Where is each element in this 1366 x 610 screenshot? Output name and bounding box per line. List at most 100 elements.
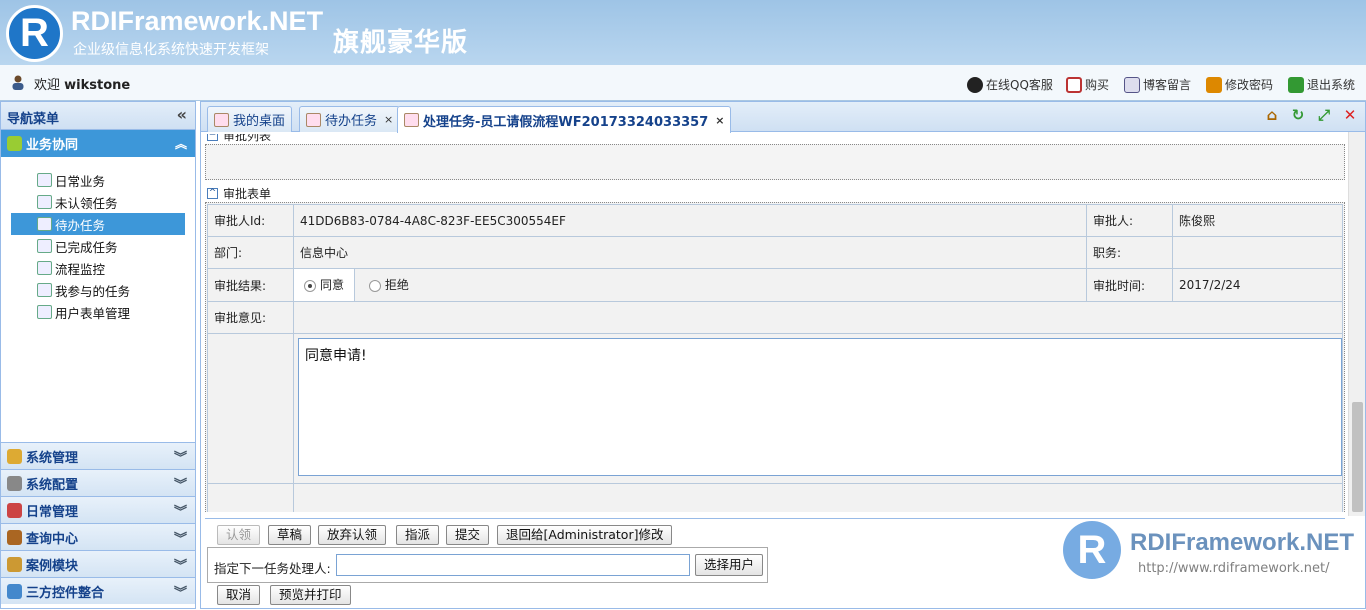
blog-link[interactable]: 博客留言: [1124, 76, 1191, 93]
group-case-module[interactable]: 案例模块 ︾: [1, 550, 195, 577]
edit-icon: [404, 113, 419, 127]
close-icon[interactable]: ×: [715, 114, 724, 127]
wrench-icon: [7, 475, 22, 491]
form-section-title: ^ 审批表单: [207, 186, 272, 201]
scrollbar[interactable]: [1348, 132, 1365, 516]
watermark: R RDIFramework.NET http://www.rdiframewo…: [1058, 519, 1358, 587]
sidebar-item-unclaimed[interactable]: 未认领任务: [11, 191, 185, 213]
change-password-link[interactable]: 修改密码: [1206, 76, 1273, 93]
sidebar-item-todo[interactable]: 待办任务: [11, 213, 185, 235]
draft-button[interactable]: 草稿: [268, 525, 312, 545]
radio-icon-checked: [304, 279, 316, 292]
unclaimed-icon: [37, 195, 52, 209]
duty-value: [1172, 236, 1343, 269]
edition-label: 旗舰豪华版: [333, 28, 469, 58]
group-third-party[interactable]: 三方控件整合 ︾: [1, 577, 195, 604]
qq-service-link[interactable]: 在线QQ客服: [967, 76, 1053, 93]
cancel-button[interactable]: 取消: [217, 585, 261, 605]
header-banner: R RDIFramework.NET 企业级信息化系统快速开发框架 旗舰豪华版: [0, 0, 1366, 65]
time-value: 2017/2/24: [1172, 268, 1343, 302]
daily-icon: [37, 173, 52, 187]
watermark-name: RDIFramework.NET: [1130, 529, 1355, 556]
chevron-down-icon: ︾: [173, 478, 187, 493]
chevron-down-icon: ︾: [173, 586, 187, 601]
completed-icon: [37, 239, 52, 253]
calendar-icon: [7, 502, 22, 518]
user-bar: 欢迎 wikstone 在线QQ客服 购买 博客留言 修改密码 退出系统: [0, 65, 1366, 101]
chevron-down-icon: ︾: [173, 451, 187, 466]
return-button[interactable]: 退回给[Administrator]修改: [497, 525, 673, 545]
approver-label: 审批人:: [1086, 204, 1173, 237]
collapse-icon[interactable]: ^: [207, 187, 218, 199]
close-all-icon[interactable]: ✕: [1341, 106, 1359, 124]
nav-header: 导航菜单 «: [1, 102, 195, 130]
select-user-button[interactable]: 选择用户: [695, 554, 764, 576]
box-icon: [7, 556, 22, 572]
approver-value: 陈俊熙: [1172, 204, 1343, 237]
todo-icon: [306, 112, 321, 127]
tab-strip: 我的桌面 待办任务 × 处理任务-员工请假流程WF20173324033357 × …: [201, 102, 1365, 133]
next-handler-box: 指定下一任务处理人: 选择用户: [207, 547, 768, 583]
watermark-url: http://www.rdiframework.net/: [1138, 561, 1330, 576]
list-section-title: − 审批列表: [205, 134, 1345, 144]
approval-form: 审批人Id: 41DD6B83-0784-4A8C-823F-EE5C30055…: [205, 202, 1345, 512]
sidebar-item-daily-business[interactable]: 日常业务: [11, 169, 185, 191]
group-daily-management[interactable]: 日常管理 ︾: [1, 496, 195, 523]
collab-icon: [7, 136, 22, 151]
cart-icon: [1066, 76, 1082, 93]
sidebar: 导航菜单 « 业务协同 ︽ 日常业务 未认领任务 待办任务 已完成任务 流程监控…: [0, 101, 196, 609]
radio-icon: [368, 279, 381, 292]
opinion-label: 审批意见:: [207, 301, 294, 334]
opinion-textarea[interactable]: 同意申请!: [298, 338, 1342, 476]
book-icon: [7, 529, 22, 545]
brand-name: RDIFramework.NET: [71, 6, 324, 36]
collapse-sidebar-icon[interactable]: «: [177, 105, 187, 124]
desktop-icon: [214, 112, 229, 127]
monitor-icon: [37, 261, 52, 275]
tab-todo[interactable]: 待办任务 ×: [299, 106, 401, 132]
form-icon: [37, 305, 52, 319]
assign-button[interactable]: 指派: [396, 525, 440, 545]
sidebar-item-monitor[interactable]: 流程监控: [11, 257, 185, 279]
tab-my-desktop[interactable]: 我的桌面: [207, 106, 293, 132]
system-icon: [7, 448, 22, 464]
scrollbar-thumb[interactable]: [1352, 402, 1363, 512]
user-icon: [12, 75, 24, 90]
radio-agree[interactable]: 同意: [294, 269, 356, 301]
watermark-logo: R: [1063, 521, 1121, 579]
preview-print-button[interactable]: 预览并打印: [270, 585, 351, 605]
username: wikstone: [64, 78, 131, 93]
chevron-down-icon: ︾: [173, 532, 187, 547]
plugin-icon: [7, 583, 22, 599]
sidebar-item-user-forms[interactable]: 用户表单管理: [11, 301, 185, 323]
next-handler-label: 指定下一任务处理人:: [214, 561, 331, 576]
group-system-config[interactable]: 系统配置 ︾: [1, 469, 195, 496]
chevron-up-icon[interactable]: ︽: [175, 135, 187, 152]
fullscreen-icon[interactable]: ⤢: [1315, 106, 1333, 124]
collapse-icon[interactable]: −: [207, 134, 218, 141]
chevron-down-icon: ︾: [173, 505, 187, 520]
tab-process-task[interactable]: 处理任务-员工请假流程WF20173324033357 ×: [397, 106, 732, 133]
approver-id-label: 审批人Id:: [207, 204, 294, 237]
close-icon[interactable]: ×: [384, 113, 393, 126]
group-system-management[interactable]: 系统管理 ︾: [1, 442, 195, 469]
home-icon[interactable]: ⌂: [1263, 106, 1281, 124]
refresh-icon[interactable]: ↻: [1289, 106, 1307, 124]
exit-icon: [1288, 76, 1304, 93]
duty-label: 职务:: [1086, 236, 1173, 269]
sidebar-item-participated[interactable]: 我参与的任务: [11, 279, 185, 301]
participated-icon: [37, 283, 52, 297]
logout-link[interactable]: 退出系统: [1288, 76, 1355, 93]
group-business-collab[interactable]: 业务协同 ︽: [1, 130, 195, 157]
buy-link[interactable]: 购买: [1066, 76, 1109, 93]
next-handler-input[interactable]: [336, 554, 690, 576]
group-query-center[interactable]: 查询中心 ︾: [1, 523, 195, 550]
sidebar-item-completed[interactable]: 已完成任务: [11, 235, 185, 257]
claim-button[interactable]: 认领: [217, 525, 261, 545]
abandon-claim-button[interactable]: 放弃认领: [318, 525, 387, 545]
submit-button[interactable]: 提交: [446, 525, 490, 545]
key-icon: [1206, 76, 1222, 93]
radio-reject[interactable]: 拒绝: [359, 269, 419, 301]
chevron-down-icon: ︾: [173, 559, 187, 574]
logo: R: [6, 5, 63, 62]
